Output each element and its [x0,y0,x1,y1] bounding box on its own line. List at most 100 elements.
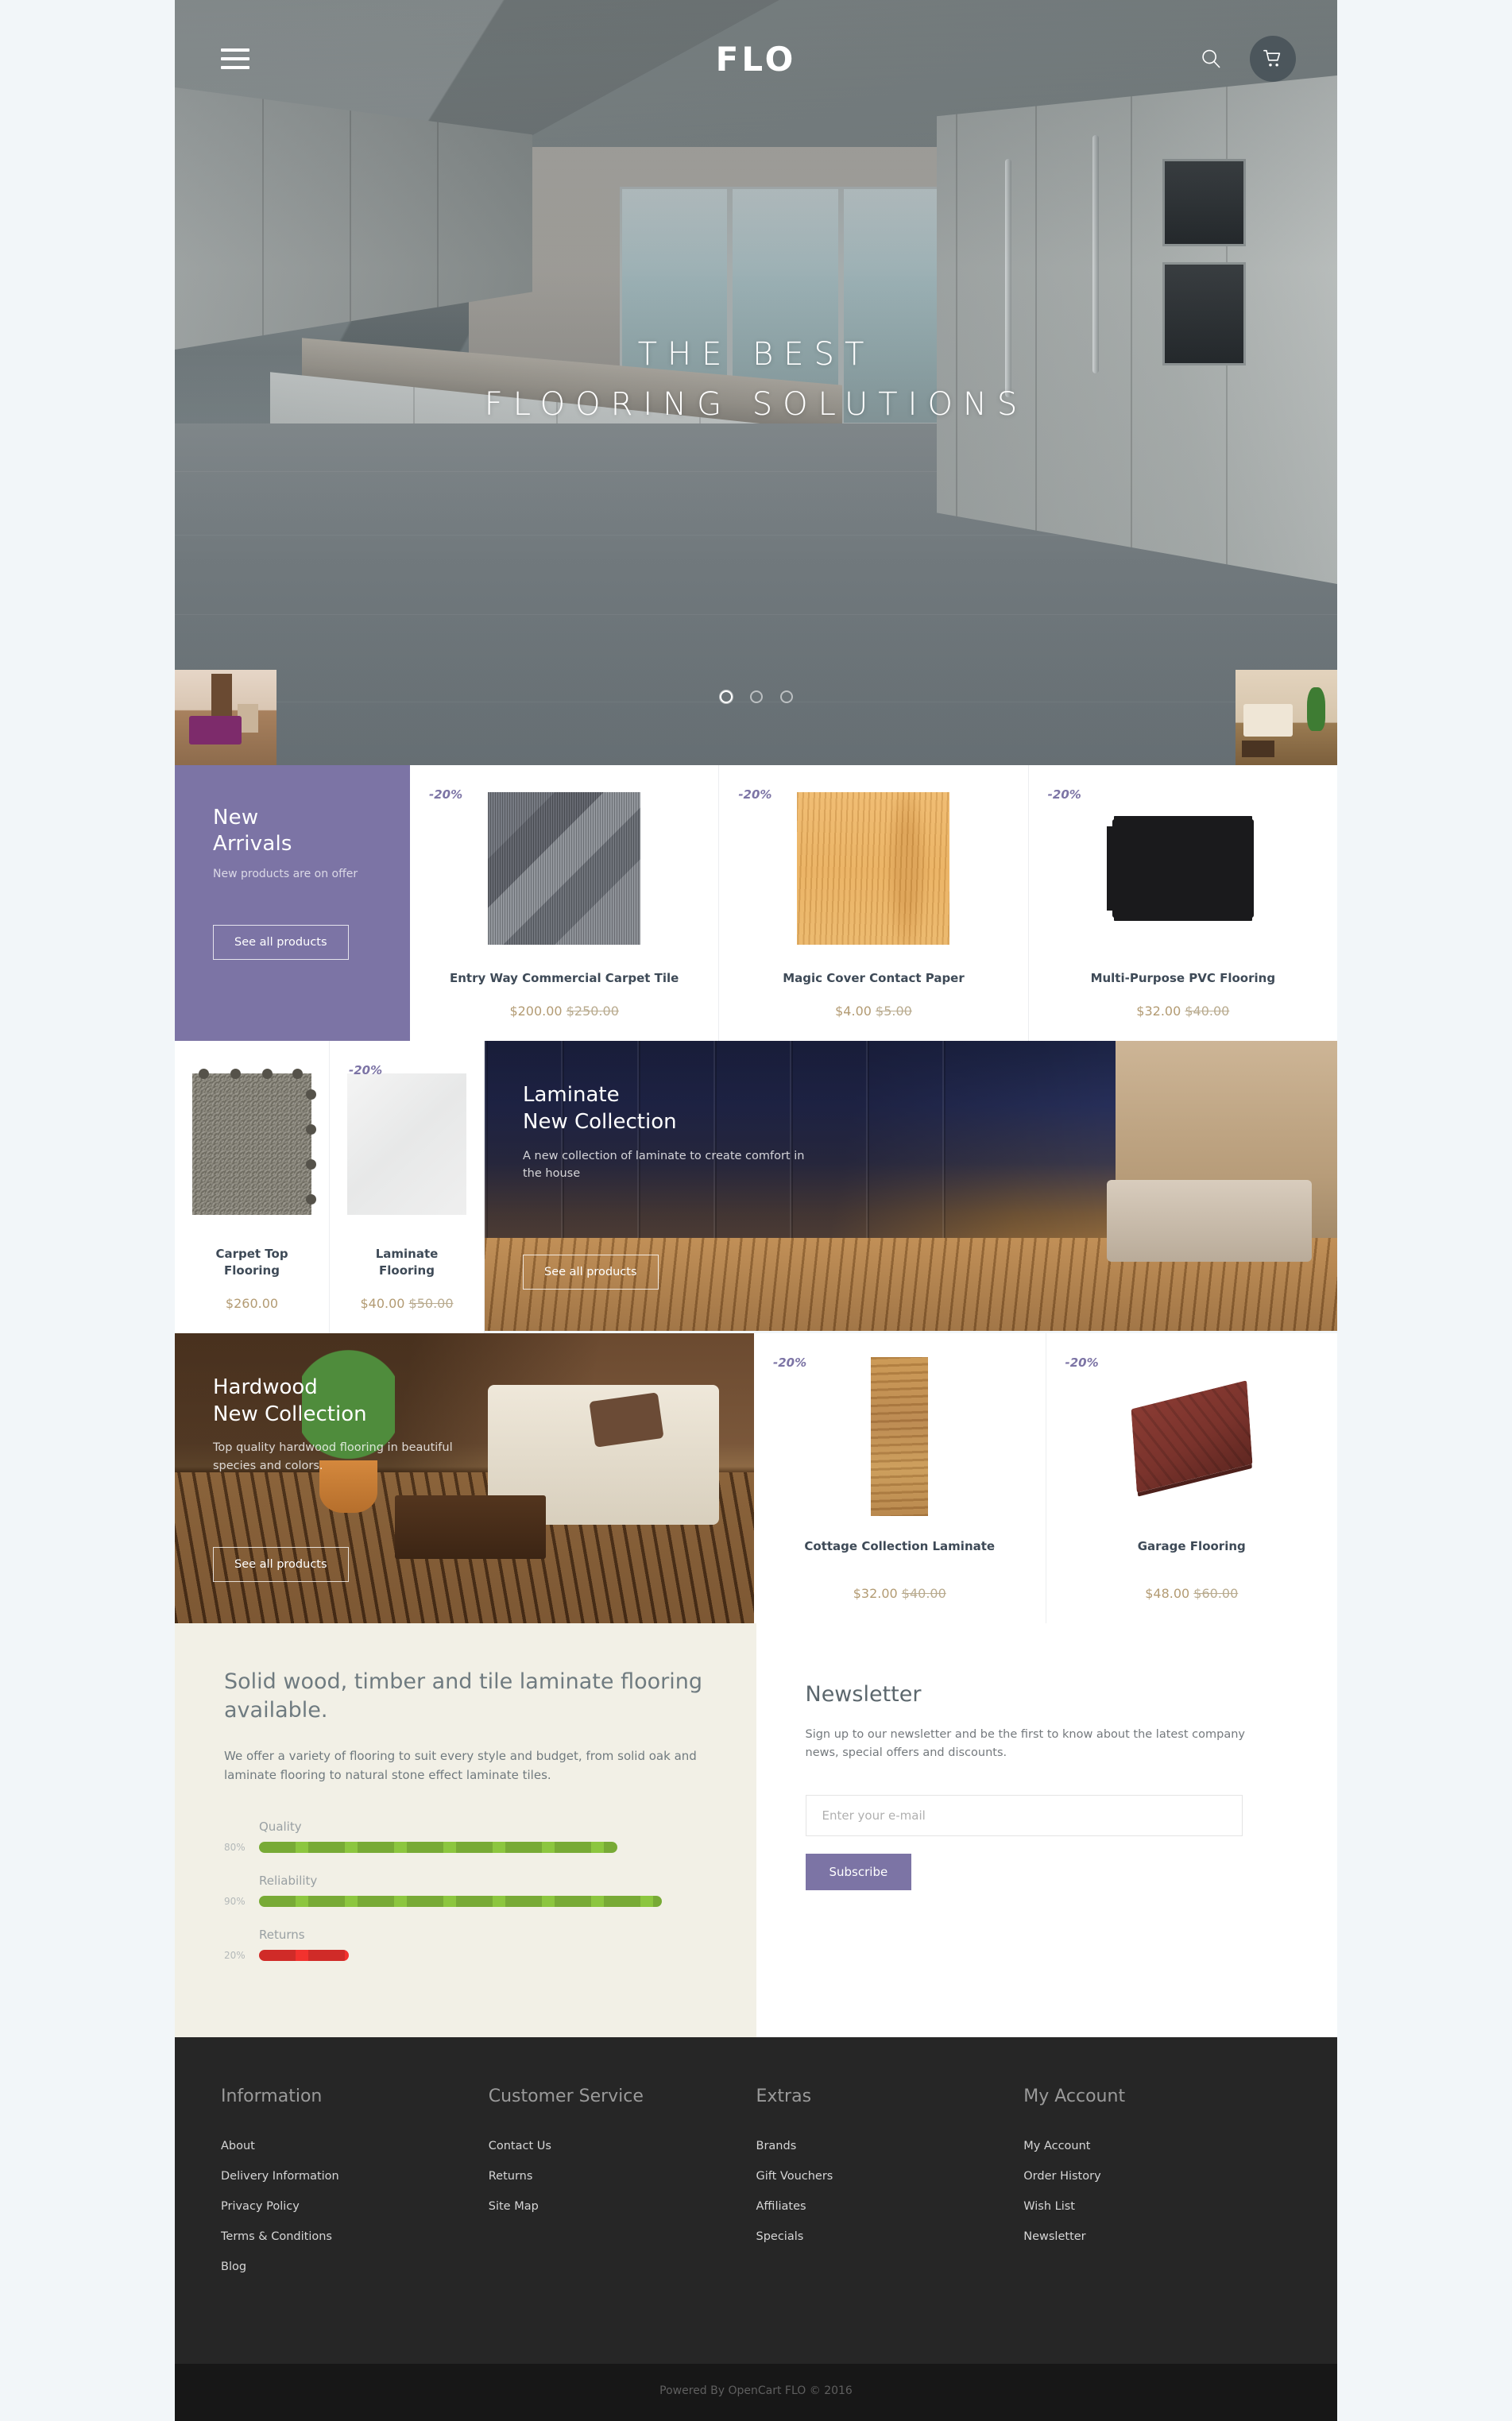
new-arrivals-row: New Arrivals New products are on offer S… [175,765,1337,1042]
footer-link[interactable]: Affiliates [756,2200,1024,2213]
progress-label: Reliability [259,1874,318,1889]
new-arrivals-promo: New Arrivals New products are on offer S… [175,765,423,1042]
progress-fill [259,1896,663,1908]
info-newsletter-row: Solid wood, timber and tile laminate flo… [175,1622,1337,2038]
discount-badge: -20% [1047,787,1081,802]
footer-link[interactable]: Privacy Policy [221,2200,489,2213]
progress-percent: 80% [224,1842,246,1854]
carousel-dot-3[interactable] [779,690,793,703]
progress-label: Returns [259,1928,305,1943]
hero-headline-line2: FLOORING SOLUTIONS [484,386,1028,423]
hero-headline: THE BEST FLOORING SOLUTIONS [175,330,1337,430]
product-price: $40.00 $50.00 [347,1278,466,1311]
footer-column-customer-service: Customer Service Contact Us Returns Site… [489,2086,756,2291]
product-name[interactable]: Multi-Purpose PVC Flooring [1046,970,1320,986]
carousel-thumb-next[interactable] [1236,670,1337,765]
laminate-see-all-button[interactable]: See all products [523,1255,659,1290]
price-new: $48.00 [1145,1585,1190,1601]
product-card[interactable]: -20% Entry Way Commercial Carpet Tile $2… [410,765,720,1042]
discount-badge: -20% [429,787,463,802]
product-price: $200.00 $250.00 [427,986,701,1019]
footer-heading: Information [221,2086,323,2107]
progress-bar-reliability: Reliability 90% [224,1874,707,1908]
progress-label: Quality [259,1820,302,1835]
product-card[interactable]: -20% Laminate Flooring $40.00 $50.00 [330,1041,485,1333]
info-panel: Solid wood, timber and tile laminate flo… [175,1622,756,2038]
footer-heading: Extras [756,2086,812,2107]
banner-title: Laminate New Collection [523,1082,1337,1136]
price-old: $60.00 [1193,1585,1239,1601]
footer-link[interactable]: Returns [489,2170,756,2183]
search-icon[interactable] [1199,47,1223,71]
hardwood-row: Hardwood New Collection Top quality hard… [175,1332,1337,1623]
progress-bar-returns: Returns 20% [224,1928,707,1962]
laminate-collection-banner[interactable]: Laminate New Collection A new collection… [485,1041,1337,1332]
banner-title-line2: New Collection [213,1402,367,1426]
carousel-dots[interactable] [175,690,1337,703]
hero-carousel[interactable]: FLO THE BEST FLOORING SOLUTIONS [175,0,1337,765]
carousel-dot-2[interactable] [749,690,763,703]
newsletter-subscribe-button[interactable]: Subscribe [805,1853,912,1890]
price-old: $5.00 [876,1004,912,1019]
footer-column-my-account: My Account My Account Order History Wish… [1023,2086,1291,2291]
product-name[interactable]: Cottage Collection Laminate [771,1538,1028,1554]
laminate-flooring-image [347,1065,466,1224]
hardwood-collection-banner[interactable]: Hardwood New Collection Top quality hard… [175,1332,754,1623]
price-new: $32.00 [853,1585,898,1601]
price-new: $32.00 [1136,1004,1181,1019]
progress-fill [259,1950,349,1962]
footer-link[interactable]: Order History [1023,2170,1291,2183]
footer-link[interactable]: Terms & Conditions [221,2230,489,2243]
laminate-row: Carpet Top Flooring $260.00 -20% Laminat… [175,1041,1337,1333]
hardwood-see-all-button[interactable]: See all products [213,1546,349,1582]
price-new: $260.00 [225,1295,279,1311]
product-card[interactable]: -20% Magic Cover Contact Paper $4.00 $5.… [719,765,1029,1042]
footer-link[interactable]: Gift Vouchers [756,2170,1024,2183]
newsletter-email-input[interactable] [805,1794,1243,1836]
carousel-thumb-previous[interactable] [175,670,276,765]
footer-link[interactable]: Blog [221,2261,489,2273]
product-name[interactable]: Laminate Flooring [347,1246,466,1278]
product-card[interactable]: -20% Cottage Collection Laminate $32.00 … [754,1332,1046,1623]
progress-fill [259,1842,617,1854]
newsletter-description: Sign up to our newsletter and be the fir… [805,1727,1246,1760]
garage-flooring-image [1064,1357,1321,1516]
price-old: $40.00 [901,1585,946,1601]
product-price: $4.00 $5.00 [737,986,1010,1019]
site-footer: Information About Delivery Information P… [175,2037,1337,2365]
newsletter-panel: Newsletter Sign up to our newsletter and… [756,1622,1337,2038]
carousel-dot-1[interactable] [719,690,733,703]
promo-see-all-button[interactable]: See all products [213,924,349,960]
footer-link[interactable]: Delivery Information [221,2170,489,2183]
info-title: Solid wood, timber and tile laminate flo… [224,1669,702,1723]
footer-link[interactable]: Brands [756,2140,1024,2152]
banner-title: Hardwood New Collection [213,1375,754,1429]
footer-link[interactable]: Wish List [1023,2200,1291,2213]
product-name[interactable]: Garage Flooring [1064,1538,1321,1554]
product-name[interactable]: Magic Cover Contact Paper [737,970,1010,986]
footer-link[interactable]: Specials [756,2230,1024,2243]
site-logo[interactable]: FLO [175,40,1337,79]
page-root: FLO THE BEST FLOORING SOLUTIONS New Arri… [0,0,1512,2421]
footer-link[interactable]: My Account [1023,2140,1291,2152]
banner-description: Top quality hardwood flooring in beautif… [213,1441,453,1472]
promo-title: New Arrivals [213,805,410,858]
discount-badge: -20% [1065,1355,1099,1370]
footer-link[interactable]: Contact Us [489,2140,756,2152]
footer-link[interactable]: About [221,2140,489,2152]
price-old: $250.00 [566,1004,619,1019]
product-card[interactable]: -20% Multi-Purpose PVC Flooring $32.00 $… [1028,765,1337,1042]
product-name[interactable]: Entry Way Commercial Carpet Tile [427,970,701,986]
product-card[interactable]: -20% Garage Flooring $48.00 $60.00 [1046,1332,1337,1623]
product-price: $32.00 $40.00 [771,1568,1028,1601]
product-price: $260.00 [192,1278,311,1311]
product-name[interactable]: Carpet Top Flooring [192,1246,311,1278]
banner-title-line1: Laminate [523,1083,620,1108]
product-price: $48.00 $60.00 [1064,1568,1321,1601]
product-card[interactable]: Carpet Top Flooring $260.00 [175,1041,330,1333]
footer-link[interactable]: Site Map [489,2200,756,2213]
progress-percent: 90% [224,1896,246,1908]
cart-icon[interactable] [1250,36,1296,82]
newsletter-title: Newsletter [805,1681,922,1707]
footer-link[interactable]: Newsletter [1023,2230,1291,2243]
